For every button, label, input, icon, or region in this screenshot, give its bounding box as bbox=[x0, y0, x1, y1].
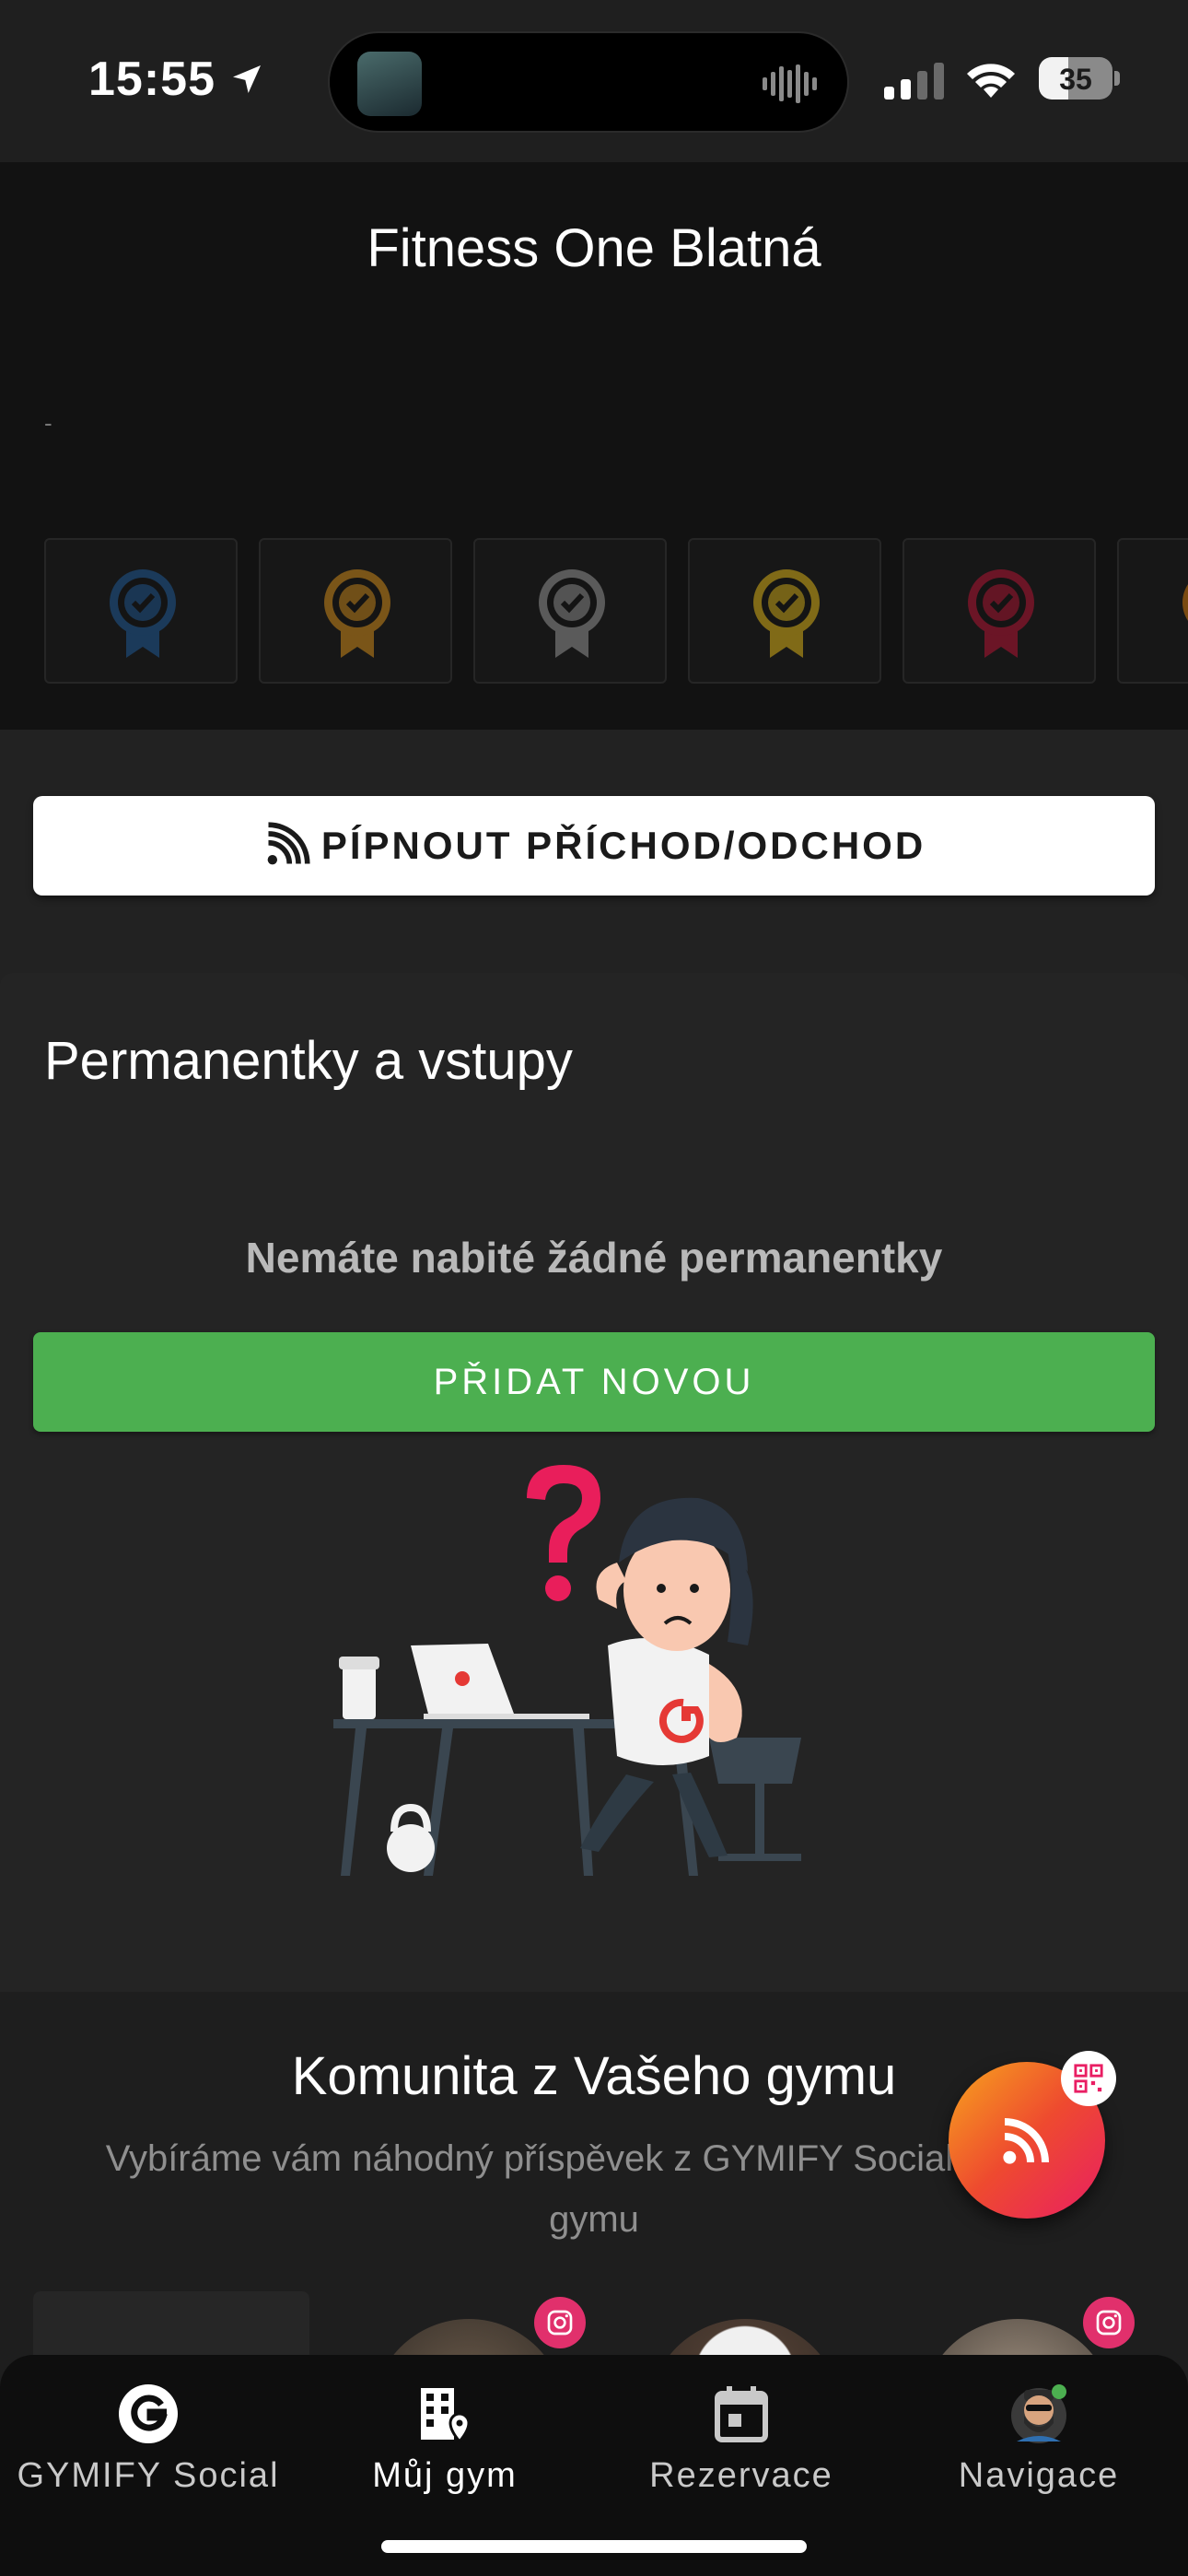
audio-wave-icon bbox=[763, 64, 817, 103]
add-new-button[interactable]: PŘIDAT NOVOU bbox=[33, 1332, 1155, 1432]
nav-label: Rezervace bbox=[649, 2456, 833, 2495]
checkin-button[interactable]: PÍPNOUT PŘÍCHOD/ODCHOD bbox=[33, 796, 1155, 896]
gym-header: Fitness One Blatná - bbox=[0, 162, 1188, 730]
building-location-icon bbox=[421, 2388, 471, 2444]
status-bar: 15:55 35 bbox=[0, 0, 1188, 162]
badge-blue-icon[interactable] bbox=[44, 538, 238, 684]
rss-icon bbox=[267, 822, 310, 865]
instagram-icon bbox=[534, 2297, 586, 2348]
signal-icon bbox=[884, 63, 944, 100]
home-indicator[interactable] bbox=[381, 2540, 807, 2553]
nav-label: Můj gym bbox=[372, 2456, 518, 2495]
confused-person-illustration bbox=[333, 1465, 801, 1876]
nav-item-gymify-social[interactable]: GYMIFY Social bbox=[0, 2381, 297, 2519]
empty-state-text: Nemáte nabité žádné permanentky bbox=[245, 1234, 943, 1282]
permanentky-title: Permanentky a vstupy bbox=[44, 1031, 573, 1091]
checkin-label: PÍPNOUT PŘÍCHOD/ODCHOD bbox=[320, 824, 926, 867]
rss-icon bbox=[1003, 2118, 1049, 2164]
nav-item-navigace[interactable]: Navigace bbox=[890, 2381, 1188, 2519]
badge-gold-icon[interactable] bbox=[688, 538, 881, 684]
permanentky-card: Permanentky a vstupy Nemáte nabité žádné… bbox=[0, 973, 1188, 1992]
calendar-icon bbox=[715, 2386, 768, 2442]
badge-silver-icon[interactable] bbox=[473, 538, 667, 684]
badge-orange-icon[interactable] bbox=[1117, 538, 1188, 684]
nav-label: Navigace bbox=[958, 2456, 1120, 2495]
battery-level: 35 bbox=[1059, 63, 1092, 96]
nav-item-rezervace[interactable]: Rezervace bbox=[593, 2381, 890, 2519]
profile-avatar-icon bbox=[1011, 2384, 1066, 2443]
wifi-icon bbox=[967, 64, 1015, 98]
nav-label: GYMIFY Social bbox=[17, 2456, 280, 2495]
badge-red-icon[interactable] bbox=[903, 538, 1096, 684]
battery-icon: 35 bbox=[1039, 57, 1122, 103]
gym-subtitle: - bbox=[44, 409, 52, 437]
gymify-logo-icon bbox=[119, 2384, 178, 2443]
now-playing-thumbnail bbox=[357, 52, 422, 116]
page: 15:55 35 Fitness One Blatná - PÍPNOUT PŘ… bbox=[0, 0, 1188, 2576]
location-arrow-icon bbox=[233, 65, 261, 93]
status-time: 15:55 bbox=[88, 53, 215, 106]
gym-name: Fitness One Blatná bbox=[367, 218, 821, 278]
badge-bronze-icon[interactable] bbox=[259, 538, 452, 684]
badges-row[interactable] bbox=[44, 538, 1188, 684]
dynamic-island[interactable] bbox=[328, 31, 849, 133]
qr-code-icon[interactable] bbox=[1061, 2051, 1116, 2106]
add-new-label: PŘIDAT NOVOU bbox=[433, 1361, 755, 1402]
instagram-icon bbox=[1083, 2297, 1135, 2348]
nav-item-muj-gym[interactable]: Můj gym bbox=[297, 2381, 593, 2519]
